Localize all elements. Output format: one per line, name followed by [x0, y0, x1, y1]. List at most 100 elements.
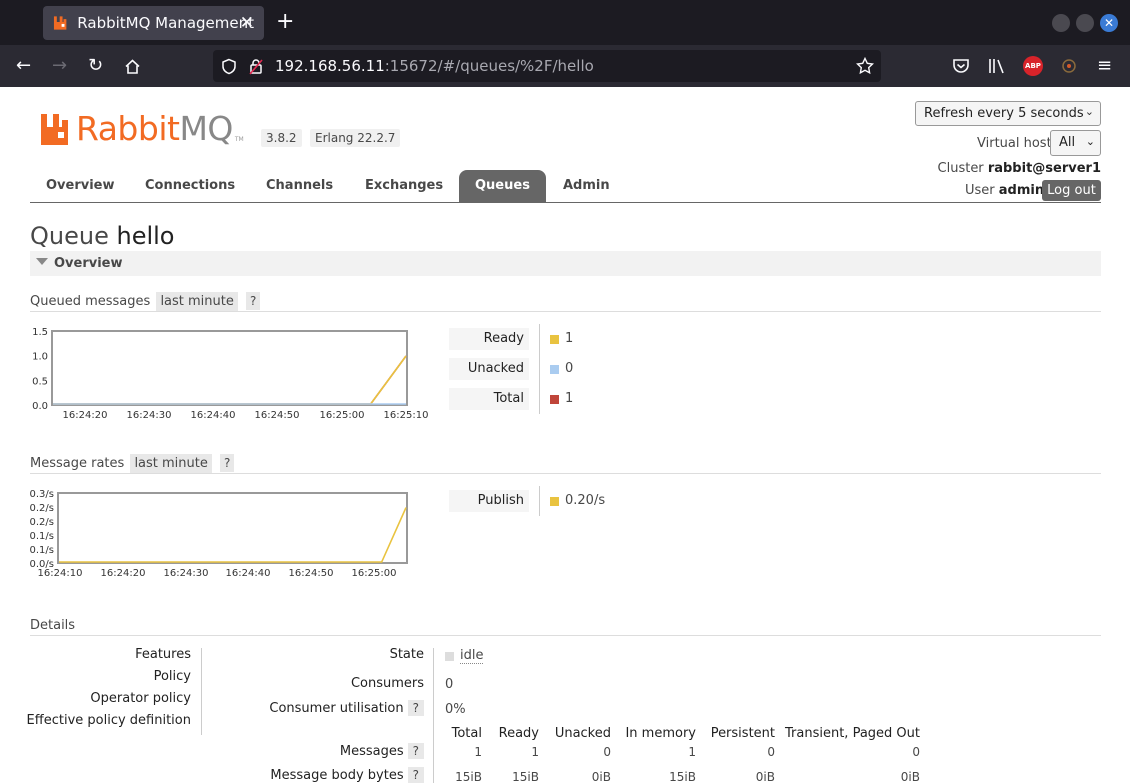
- state-swatch: [445, 652, 454, 661]
- close-window-button[interactable]: ✕: [1100, 14, 1118, 32]
- table-cell: 0iB: [900, 770, 920, 784]
- close-tab-icon[interactable]: ✕: [240, 13, 254, 33]
- new-tab-icon[interactable]: +: [276, 11, 294, 33]
- tab-connections[interactable]: Connections: [129, 170, 251, 202]
- extension-icon[interactable]: [1060, 57, 1078, 75]
- table-cell: 0iB: [755, 770, 775, 784]
- divider: [30, 473, 1101, 474]
- legend-swatch: [550, 335, 559, 344]
- column-total: Total: [451, 726, 482, 741]
- table-cell: 15iB: [512, 770, 539, 784]
- table-cell: 0: [767, 745, 775, 759]
- plot-frame: [51, 330, 408, 406]
- forward-icon[interactable]: →: [52, 56, 67, 76]
- x-tick-label: 16:24:50: [289, 568, 334, 579]
- rates-range-selector[interactable]: last minute: [130, 454, 212, 473]
- maximize-window-button[interactable]: [1076, 14, 1094, 32]
- bookmark-star-icon[interactable]: [856, 57, 874, 75]
- library-icon[interactable]: [988, 57, 1006, 75]
- tab-exchanges[interactable]: Exchanges: [349, 170, 459, 202]
- x-tick-label: 16:24:40: [226, 568, 271, 579]
- page-title: Queue hello: [30, 222, 174, 250]
- message-body-bytes-row-label: Message body bytes?: [270, 767, 424, 783]
- plot-frame: [57, 492, 408, 564]
- tab-channels[interactable]: Channels: [250, 170, 349, 202]
- chevron-down-icon: ⌄: [1084, 105, 1094, 118]
- column-unacked: Unacked: [554, 726, 611, 741]
- adblock-icon[interactable]: ABP: [1023, 56, 1043, 76]
- main-nav: Overview Connections Channels Exchanges …: [30, 170, 1101, 203]
- help-button[interactable]: ?: [407, 700, 424, 716]
- table-cell: 0: [603, 745, 611, 759]
- address-bar[interactable]: 192.168.56.11:15672/#/queues/%2F/hello: [213, 50, 881, 82]
- url-path: :15672/#/queues/%2F/hello: [384, 57, 594, 75]
- policy-label: Policy: [153, 669, 191, 684]
- back-icon[interactable]: ←: [16, 56, 31, 76]
- consumer-utilisation-label: Consumer utilisation?: [269, 700, 424, 716]
- erlang-badge: Erlang 22.2.7: [310, 129, 401, 147]
- details-divider: [201, 648, 202, 735]
- browser-tab-strip: RabbitMQ Management ✕ + ✕: [0, 0, 1130, 45]
- refresh-select[interactable]: Refresh every 5 seconds ⌄: [915, 101, 1101, 126]
- table-cell: 1: [531, 745, 539, 759]
- y-tick-label: 0.1/s: [30, 545, 54, 556]
- y-tick-label: 0.2/s: [30, 503, 54, 514]
- rates-help-button[interactable]: ?: [220, 454, 235, 472]
- table-cell: 0: [912, 745, 920, 759]
- x-tick-label: 16:24:10: [38, 568, 83, 579]
- logo-rabbit: Rabbit: [76, 109, 180, 148]
- x-tick-label: 16:24:40: [191, 410, 236, 421]
- virtual-host-value: All: [1059, 135, 1076, 150]
- pocket-icon[interactable]: [952, 57, 970, 75]
- home-icon[interactable]: [124, 58, 141, 75]
- features-label: Features: [135, 647, 191, 662]
- queued-help-button[interactable]: ?: [246, 292, 261, 310]
- consumers-value: 0: [445, 677, 454, 692]
- virtual-host-select[interactable]: All ⌄: [1050, 130, 1101, 156]
- y-tick-label: 0.1/s: [30, 531, 54, 542]
- queued-messages-heading: Queued messages last minute ?: [30, 292, 261, 311]
- legend-label: Unacked: [449, 358, 529, 380]
- legend-value: 0: [565, 361, 574, 376]
- legend-divider: [539, 324, 540, 414]
- column-persistent: Persistent: [710, 726, 775, 741]
- help-button[interactable]: ?: [407, 743, 424, 759]
- consumers-label: Consumers: [350, 676, 424, 691]
- message-rates-chart: 0.3/s0.2/s0.2/s0.1/s0.1/s0.0/s16:24:10 16…: [30, 489, 408, 579]
- minimize-window-button[interactable]: [1052, 14, 1070, 32]
- y-tick-label: 1.0: [32, 352, 48, 363]
- details-divider: [433, 648, 434, 783]
- collapse-triangle-icon: [36, 258, 48, 265]
- column-transient-paged-out: Transient, Paged Out: [785, 726, 920, 741]
- logo-trademark: TM: [234, 136, 244, 143]
- chevron-down-icon: ⌄: [1085, 135, 1095, 148]
- queued-messages-chart: 1.5 1.0 0.5 0.0 16:24:20 16:24:30 16:24:40 16:2…: [32, 327, 429, 421]
- logo-wordmark: RabbitMQ: [76, 111, 233, 147]
- table-cell: 15iB: [455, 770, 482, 784]
- y-tick-label: 0.5: [32, 376, 48, 387]
- x-tick-label: 16:25:00: [320, 410, 365, 421]
- rabbitmq-favicon-icon: [53, 16, 67, 30]
- tab-admin[interactable]: Admin: [547, 170, 626, 202]
- legend-value: 1: [565, 391, 574, 406]
- menu-icon[interactable]: ≡: [1097, 56, 1112, 76]
- browser-tab[interactable]: RabbitMQ Management ✕: [43, 6, 264, 40]
- logo-mq: MQ: [179, 109, 233, 148]
- shield-icon[interactable]: [221, 58, 237, 75]
- tab-queues[interactable]: Queues: [459, 170, 546, 202]
- x-tick-label: 16:25:10: [384, 410, 429, 421]
- tab-title: RabbitMQ Management: [77, 14, 254, 32]
- legend-label: Publish: [449, 490, 529, 512]
- overview-section-toggle[interactable]: Overview: [30, 251, 1101, 276]
- state-label: State: [389, 647, 424, 662]
- y-tick-label: 0.2/s: [30, 517, 54, 528]
- tab-overview[interactable]: Overview: [30, 170, 131, 202]
- queued-range-selector[interactable]: last minute: [156, 292, 238, 311]
- url-text[interactable]: 192.168.56.11:15672/#/queues/%2F/hello: [275, 57, 594, 75]
- help-button[interactable]: ?: [407, 767, 424, 783]
- consumer-utilisation-text: Consumer utilisation: [269, 701, 404, 716]
- insecure-lock-icon[interactable]: [249, 58, 263, 75]
- x-tick-label: 16:24:50: [255, 410, 300, 421]
- rabbitmq-logo[interactable]: RabbitMQ TM: [40, 111, 244, 147]
- reload-icon[interactable]: ↻: [88, 56, 103, 76]
